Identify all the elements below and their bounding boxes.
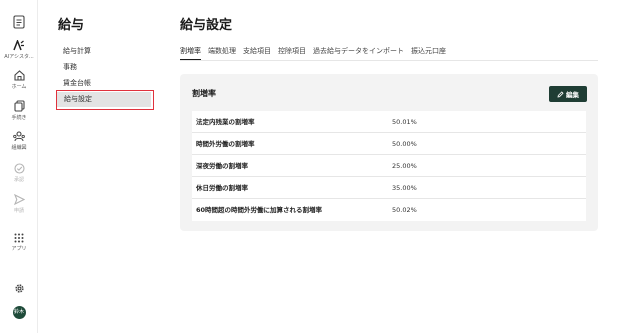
rail-label-apply: 申請 <box>13 208 24 214</box>
row-value: 50.01% <box>392 118 417 126</box>
pencil-icon <box>557 90 564 98</box>
row-label: 60時間超の時間外労働に加算される割増率 <box>196 206 323 214</box>
premium-rate-panel: 割増率 編集 法定内残業の割増率 50.01% 時間外労働の割増率 50.00%… <box>180 74 598 231</box>
subnav-title: 給与 <box>58 18 85 33</box>
tab-rounding[interactable]: 端数処理 <box>208 46 236 60</box>
subnav-item-office-work[interactable]: 事務 <box>56 60 150 75</box>
tab-import-past-data[interactable]: 過去給与データをインポート <box>313 46 404 60</box>
rail-item-apply[interactable]: 申請 <box>0 194 38 214</box>
row-label: 休日労働の割増率 <box>196 184 248 192</box>
panel-title: 割増率 <box>192 89 216 98</box>
tab-source-account[interactable]: 振込元口座 <box>411 46 446 60</box>
rail-item-ai-assistant[interactable]: AIアシスタ... <box>0 40 38 60</box>
settings-button[interactable] <box>0 283 38 294</box>
rail-item-apps[interactable]: アプリ <box>0 233 38 252</box>
table-row: 時間外労働の割増率 50.00% <box>192 133 586 155</box>
table-row: 法定内残業の割増率 50.01% <box>192 111 586 133</box>
row-label: 深夜労働の割増率 <box>196 162 248 170</box>
row-label: 時間外労働の割増率 <box>196 140 255 148</box>
rail-label-apps: アプリ <box>11 246 27 252</box>
ai-icon <box>13 40 24 51</box>
rail-label-home: ホーム <box>11 84 27 90</box>
rail-item-home[interactable]: ホーム <box>0 70 38 90</box>
rail-label-org-chart: 組織図 <box>11 145 27 151</box>
table-row: 休日労働の割増率 35.00% <box>192 177 586 199</box>
premium-rate-table: 法定内残業の割増率 50.01% 時間外労働の割増率 50.00% 深夜労働の割… <box>192 111 586 221</box>
row-value: 25.00% <box>392 162 417 170</box>
approval-icon <box>13 163 25 174</box>
rail-item-org-chart[interactable]: 組織図 <box>0 131 38 151</box>
row-value: 50.02% <box>392 206 417 214</box>
table-row: 60時間超の時間外労働に加算される割増率 50.02% <box>192 199 586 221</box>
settings-tabs: 割増率 端数処理 支給項目 控除項目 過去給与データをインポート 振込元口座 <box>180 46 453 60</box>
gear-icon <box>14 284 24 293</box>
tab-payment-items[interactable]: 支給項目 <box>243 46 271 60</box>
rail-label-procedure: 手続き <box>11 115 27 121</box>
procedure-icon <box>13 100 25 112</box>
home-icon <box>13 70 25 81</box>
rail-label-ai-assistant: AIアシスタ... <box>4 54 34 60</box>
rail-item-approval[interactable]: 承認 <box>0 163 38 183</box>
user-avatar-button[interactable]: 鈴木 <box>0 306 38 319</box>
document-icon <box>13 15 25 29</box>
apps-grid-icon <box>14 233 24 243</box>
row-value: 35.00% <box>392 184 417 192</box>
tab-deduction-items[interactable]: 控除項目 <box>278 46 306 60</box>
edit-button-label: 編集 <box>566 91 579 99</box>
subnav-item-wage-ledger[interactable]: 賃金台帳 <box>56 76 150 91</box>
table-row: 深夜労働の割増率 25.00% <box>192 155 586 177</box>
row-label: 法定内残業の割増率 <box>196 118 255 126</box>
page-title: 給与設定 <box>180 18 233 33</box>
tabs-divider <box>180 60 598 61</box>
row-value: 50.00% <box>392 140 417 148</box>
selection-highlight-box <box>56 90 154 110</box>
subnav-item-payroll-calc[interactable]: 給与計算 <box>56 44 150 59</box>
org-chart-icon <box>13 131 25 142</box>
rail-item-procedure[interactable]: 手続き <box>0 100 38 121</box>
rail-label-approval: 承認 <box>13 177 24 183</box>
icon-rail: AIアシスタ... ホーム 手続き 組織図 承認 申請 アプリ 鈴木 <box>0 0 38 333</box>
tab-premium-rate[interactable]: 割増率 <box>180 46 201 60</box>
edit-button[interactable]: 編集 <box>549 86 587 102</box>
send-icon <box>13 194 25 205</box>
rail-item-document[interactable] <box>0 15 38 29</box>
avatar: 鈴木 <box>12 306 26 319</box>
